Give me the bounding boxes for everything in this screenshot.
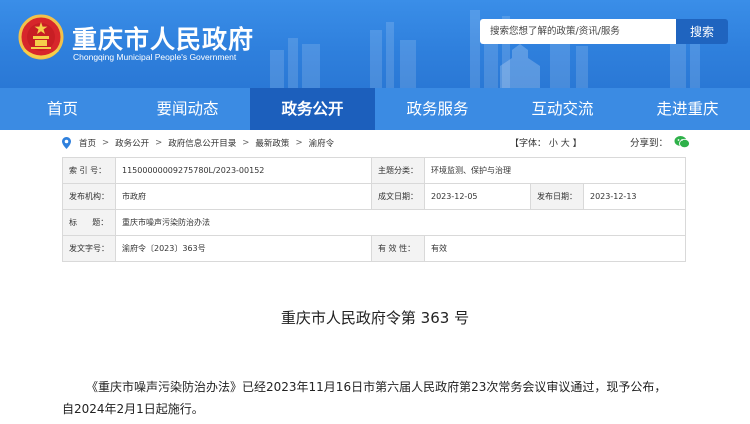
breadcrumb-item-decree[interactable]: 渝府令 [309, 137, 335, 149]
table-row: 标 题： 重庆市噪声污染防治办法 [62, 209, 686, 236]
location-pin-icon [62, 137, 71, 149]
breadcrumb-separator: > [102, 138, 110, 148]
document-body: 《重庆市噪声污染防治办法》已经2023年11月16日市第六届人民政府第23次常务… [62, 376, 688, 420]
meta-label-validity: 有 效 性： [371, 235, 425, 262]
breadcrumb-separator: > [242, 138, 250, 148]
font-size-control: 【字体： 小 大 】 [510, 136, 582, 149]
meta-value-title: 重庆市噪声污染防治办法 [115, 209, 686, 236]
meta-value-validity: 有效 [424, 235, 686, 262]
font-size-close-bracket: 】 [572, 139, 582, 149]
breadcrumb: 首页 > 政务公开 > 政府信息公开目录 > 最新政策 > 渝府令 [62, 133, 686, 153]
site-title: 重庆市人民政府 [72, 25, 255, 54]
nav-item-gov-affairs-open[interactable]: 政务公开 [250, 88, 375, 130]
nav-item-home[interactable]: 首页 [0, 88, 125, 130]
document-paragraph-line-2: 自2024年2月1日起施行。 [62, 402, 204, 416]
meta-value-topic: 环境监测、保护与治理 [424, 157, 686, 184]
table-row: 索 引 号： 11500000009275780L/2023-00152 主题分… [62, 157, 686, 184]
wechat-icon[interactable] [674, 135, 690, 149]
share-label: 分享到： [630, 138, 669, 149]
nav-item-news[interactable]: 要闻动态 [125, 88, 250, 130]
meta-value-org: 市政府 [115, 183, 372, 210]
document-meta-table: 索 引 号： 11500000009275780L/2023-00152 主题分… [62, 157, 686, 262]
breadcrumb-item-home[interactable]: 首页 [79, 137, 96, 149]
meta-label-doc-number: 发文字号： [62, 235, 116, 262]
main-nav: 首页 要闻动态 政务公开 政务服务 互动交流 走进重庆 [0, 88, 750, 130]
meta-label-index: 索 引 号： [62, 157, 116, 184]
meta-value-pub-date: 2023-12-13 [583, 183, 686, 210]
font-size-small-button[interactable]: 小 [549, 139, 558, 149]
site-subtitle: Chongqing Municipal People's Government [73, 52, 237, 62]
share-bar: 分享到： [630, 135, 690, 149]
breadcrumb-item-info-catalog[interactable]: 政府信息公开目录 [168, 137, 236, 149]
meta-label-title: 标 题： [62, 209, 116, 236]
meta-value-index: 11500000009275780L/2023-00152 [115, 157, 372, 184]
table-row: 发文字号： 渝府令〔2023〕363号 有 效 性： 有效 [62, 235, 686, 262]
national-emblem-icon [18, 14, 64, 60]
font-size-large-button[interactable]: 大 [561, 139, 570, 149]
breadcrumb-separator: > [155, 138, 163, 148]
breadcrumb-separator: > [295, 138, 303, 148]
document-paragraph-line-1: 《重庆市噪声污染防治办法》已经2023年11月16日市第六届人民政府第23次常务… [86, 380, 667, 394]
breadcrumb-item-gov-open[interactable]: 政务公开 [115, 137, 149, 149]
document-title: 重庆市人民政府令第 363 号 [280, 309, 470, 327]
nav-item-gov-services[interactable]: 政务服务 [375, 88, 500, 130]
meta-label-org: 发布机构： [62, 183, 116, 210]
breadcrumb-item-latest-policy[interactable]: 最新政策 [255, 137, 289, 149]
nav-item-interaction[interactable]: 互动交流 [500, 88, 625, 130]
city-skyline-decoration [270, 10, 700, 88]
meta-label-pub-date: 发布日期： [530, 183, 584, 210]
meta-label-topic: 主题分类： [371, 157, 425, 184]
meta-label-written-date: 成文日期： [371, 183, 425, 210]
nav-item-about-chongqing[interactable]: 走进重庆 [625, 88, 750, 130]
table-row: 发布机构： 市政府 成文日期： 2023-12-05 发布日期： 2023-12… [62, 183, 686, 210]
meta-value-doc-number: 渝府令〔2023〕363号 [115, 235, 372, 262]
site-header: 重庆市人民政府 Chongqing Municipal People's Gov… [0, 0, 750, 88]
search-input[interactable] [480, 19, 676, 44]
search-button[interactable]: 搜索 [676, 19, 728, 44]
meta-value-written-date: 2023-12-05 [424, 183, 531, 210]
font-size-label: 【字体： [510, 139, 547, 149]
